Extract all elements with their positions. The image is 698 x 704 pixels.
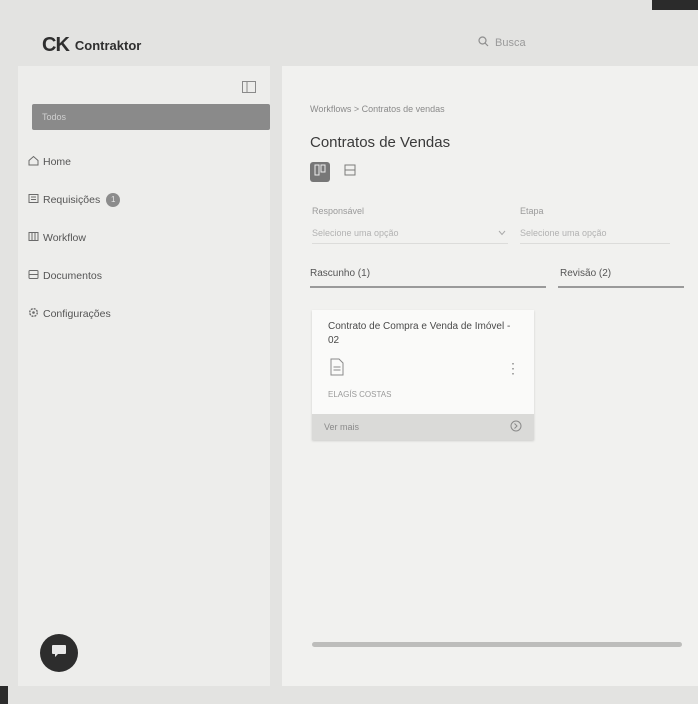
column-header-revisao: Revisão (2) [558, 264, 684, 288]
workflow-icon [28, 231, 39, 245]
sidebar-item-documentos[interactable]: Documentos [28, 266, 258, 286]
card-owner: ELAGÍS COSTAS [328, 390, 392, 399]
settings-icon [28, 307, 39, 321]
logo-mark: CK [42, 34, 70, 56]
sidebar-nav: Home Requisições 1 Workflow Documentos C… [28, 152, 258, 342]
chevron-down-icon [498, 228, 506, 238]
chat-support-button[interactable] [40, 634, 78, 672]
collapse-sidebar-icon[interactable] [242, 80, 256, 93]
more-options-icon[interactable]: ⋮ [506, 360, 520, 377]
sidebar: Todos Home Requisições 1 Workflow Docume… [18, 66, 270, 686]
count-badge: 1 [106, 193, 121, 207]
sidebar-item-label: Documentos [43, 270, 102, 282]
chat-icon [51, 644, 67, 663]
documents-icon [28, 269, 39, 283]
responsavel-select[interactable]: Selecione uma opção [312, 222, 508, 244]
list-icon [344, 163, 356, 181]
sidebar-item-configuracoes[interactable]: Configurações [28, 304, 258, 324]
workspace-selector[interactable]: Todos [32, 104, 270, 130]
search-bar[interactable] [478, 36, 585, 50]
sidebar-item-label: Workflow [43, 232, 86, 244]
breadcrumb[interactable]: Workflows > Contratos de vendas [310, 104, 445, 114]
document-icon [330, 358, 344, 381]
sidebar-item-requisicoes[interactable]: Requisições 1 [28, 190, 258, 210]
screen-edge-mark-left [0, 686, 8, 704]
responsavel-label: Responsável [312, 206, 365, 216]
main-content: Workflows > Contratos de vendas Contrato… [282, 66, 698, 686]
search-icon [478, 36, 489, 50]
kanban-icon [314, 163, 326, 181]
page-title: Contratos de Vendas [310, 134, 451, 151]
app-logo[interactable]: CK Contraktor [42, 34, 141, 57]
top-header: CK Contraktor [0, 0, 698, 62]
card-title: Contrato de Compra e Venda de Imóvel - 0… [328, 321, 511, 346]
etapa-placeholder: Selecione uma opção [520, 227, 607, 238]
etapa-label: Etapa [520, 206, 544, 216]
home-icon [28, 155, 39, 169]
card-footer: Ver mais [312, 414, 534, 440]
etapa-select[interactable]: Selecione uma opção [520, 222, 670, 244]
sidebar-item-label: Configurações [43, 308, 111, 320]
responsavel-placeholder: Selecione uma opção [312, 227, 399, 238]
sidebar-item-workflow[interactable]: Workflow [28, 228, 258, 248]
kanban-view-button[interactable] [310, 162, 330, 182]
view-more-link[interactable]: Ver mais [324, 422, 359, 432]
list-view-button[interactable] [340, 162, 360, 182]
app-name: Contraktor [74, 38, 142, 53]
sidebar-item-label: Requisições [43, 194, 101, 206]
arrow-right-circle-icon[interactable] [510, 420, 522, 434]
view-toggle [310, 162, 360, 182]
horizontal-scrollbar[interactable] [312, 642, 682, 647]
contract-card[interactable]: Contrato de Compra e Venda de Imóvel - 0… [312, 310, 534, 440]
sidebar-item-label: Home [43, 156, 72, 168]
sidebar-item-home[interactable]: Home [28, 152, 258, 172]
requests-icon [28, 193, 39, 207]
column-header-rascunho: Rascunho (1) [310, 264, 546, 288]
search-input[interactable] [495, 37, 585, 49]
